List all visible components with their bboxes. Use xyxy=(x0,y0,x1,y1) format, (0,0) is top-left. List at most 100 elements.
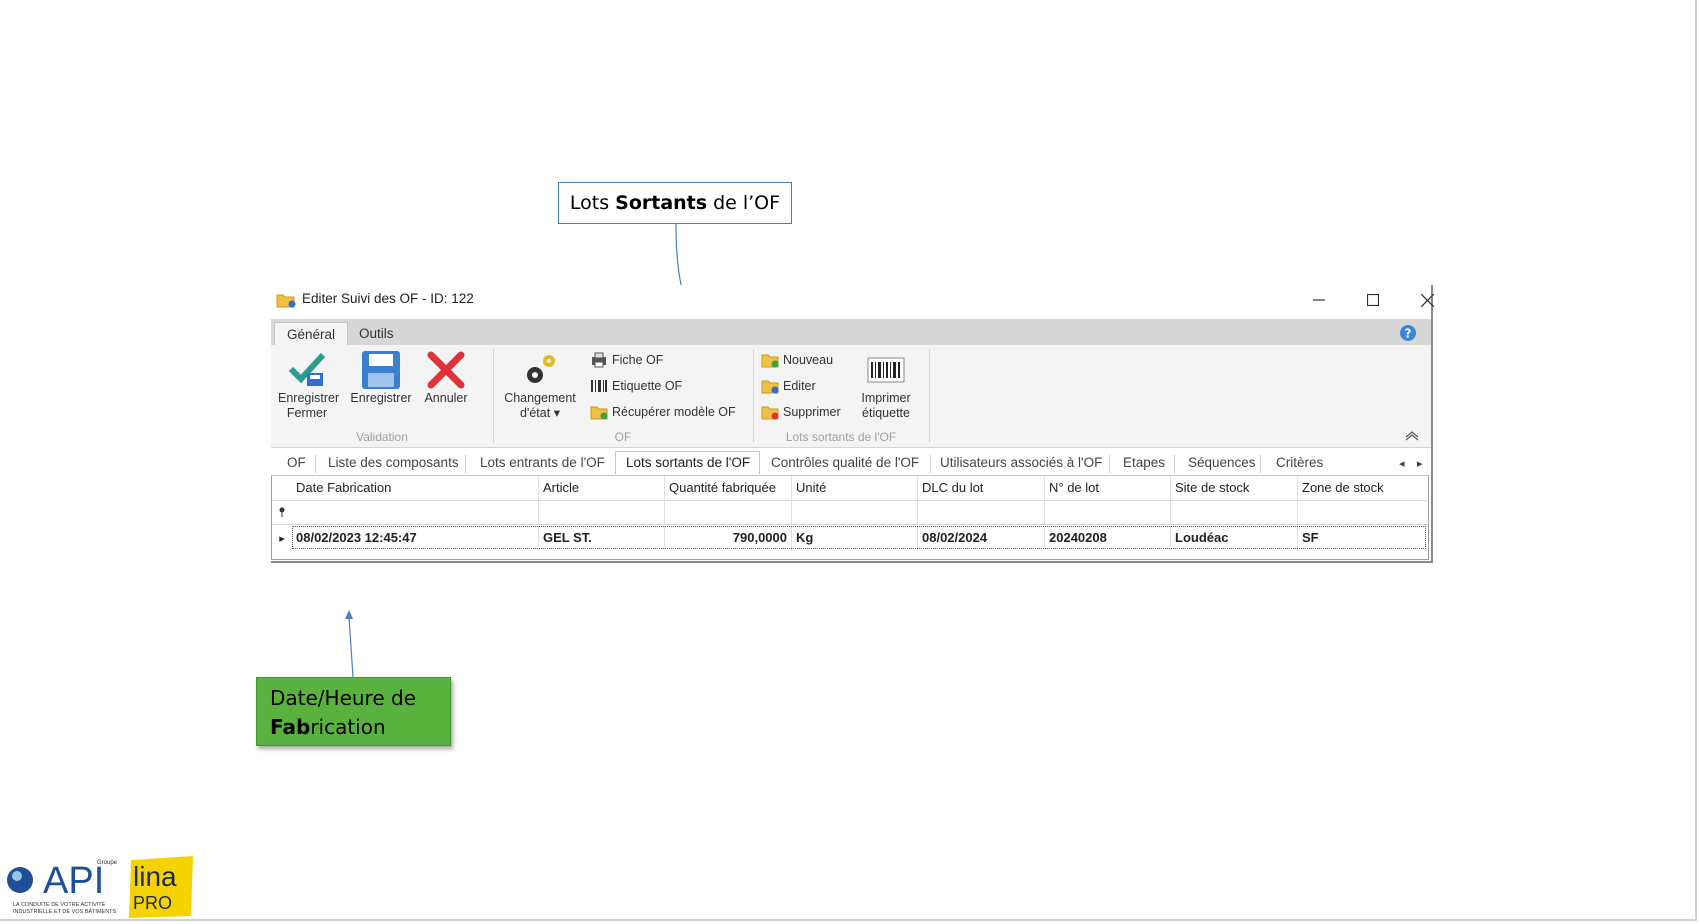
tab-utilisateurs[interactable]: Utilisateurs associés à l'OF xyxy=(940,455,1102,470)
editer-button[interactable]: Editer xyxy=(761,375,816,397)
folder-add-icon xyxy=(761,354,779,368)
imprimer-etiquette-button[interactable]: Imprimer étiquette xyxy=(855,349,917,421)
minimize-icon xyxy=(1313,299,1325,301)
nouveau-label: Nouveau xyxy=(783,353,834,367)
svg-text:?: ? xyxy=(1405,327,1412,341)
tab-separator xyxy=(315,455,316,473)
api-text: API xyxy=(43,860,104,902)
scroll-left-icon[interactable]: ◂ xyxy=(1399,457,1405,470)
group-label-validation: Validation xyxy=(356,430,408,444)
grid-header-row: Date Fabrication Article Quantité fabriq… xyxy=(272,476,1428,501)
group-label-of: OF xyxy=(614,430,632,444)
window-title: Editer Suivi des OF - ID: 122 xyxy=(302,291,474,306)
row-focus-outline xyxy=(292,526,1426,549)
data-grid: Date Fabrication Article Quantité fabriq… xyxy=(271,475,1429,560)
supprimer-button[interactable]: Supprimer xyxy=(761,401,841,423)
imprimer-label-1: Imprimer xyxy=(861,391,911,405)
folder-edit-icon xyxy=(761,380,779,394)
close-icon xyxy=(1420,293,1434,307)
filter-date-fabrication[interactable] xyxy=(292,500,538,524)
save-close-icon xyxy=(288,352,326,386)
change-state-label-2: d'état xyxy=(520,406,551,420)
cancel-label: Annuler xyxy=(424,391,468,405)
barcode-icon xyxy=(867,357,905,383)
group-separator xyxy=(493,349,494,443)
ribbon: Enregistrer Fermer Enregistrer Annuler V… xyxy=(271,345,1431,448)
save-close-button[interactable]: Enregistrer Fermer xyxy=(278,349,340,421)
fiche-of-button[interactable]: Fiche OF xyxy=(590,349,663,371)
tab-lots-sortants[interactable]: Lots sortants de l'OF xyxy=(615,451,761,474)
etiquette-of-button[interactable]: Etiquette OF xyxy=(590,375,682,397)
maximize-button[interactable] xyxy=(1351,285,1395,315)
scroll-right-icon[interactable]: ▸ xyxy=(1417,457,1423,470)
ribbon-tab-general[interactable]: Général xyxy=(274,322,349,346)
filter-site-stock[interactable] xyxy=(1170,500,1297,524)
supprimer-label: Supprimer xyxy=(783,405,841,419)
tab-separator xyxy=(465,455,466,473)
group-label-lots-sortants: Lots sortants de l'OF xyxy=(785,430,897,444)
callout-line1: Date/Heure de xyxy=(270,686,417,710)
group-separator xyxy=(753,349,754,443)
lina-text: lina xyxy=(133,861,177,892)
recuperer-modele-button[interactable]: Récupérer modèle OF xyxy=(590,401,736,423)
filter-dlc[interactable] xyxy=(917,500,1044,524)
tab-separator xyxy=(1174,455,1175,473)
recuperer-modele-label: Récupérer modèle OF xyxy=(612,405,736,419)
fiche-of-label: Fiche OF xyxy=(612,353,664,367)
tab-etapes[interactable]: Etapes xyxy=(1123,455,1165,470)
save-close-label-2: Fermer xyxy=(286,406,328,420)
filter-unite[interactable] xyxy=(791,500,917,524)
folder-import-icon xyxy=(590,406,608,420)
column-header-unite[interactable]: Unité xyxy=(791,476,917,500)
column-header-article[interactable]: Article xyxy=(538,476,664,500)
save-close-label-1: Enregistrer xyxy=(278,391,340,405)
tab-controles-qualite[interactable]: Contrôles qualité de l'OF xyxy=(771,455,919,470)
change-state-label-1: Changement xyxy=(504,391,576,405)
api-tagline-2: INDUSTRIELLE ET DE VOS BÂTIMENTS xyxy=(13,908,117,915)
callout-date-fabrication: Date/Heure de Fabrication xyxy=(256,677,451,746)
folder-delete-icon xyxy=(761,406,779,420)
imprimer-label-2: étiquette xyxy=(862,406,910,420)
collapse-ribbon-icon[interactable] xyxy=(1405,431,1419,441)
arrow-to-date xyxy=(348,616,354,678)
title-bar: Editer Suivi des OF - ID: 122 xyxy=(271,285,1434,315)
api-logo: Groupe API LA CONDUITE DE VOTRE ACTIVITÉ… xyxy=(7,860,118,915)
tab-separator xyxy=(1260,455,1261,473)
save-button[interactable]: Enregistrer xyxy=(349,349,413,406)
help-icon[interactable]: ? xyxy=(1399,324,1417,342)
maximize-icon xyxy=(1367,294,1379,306)
column-header-site-stock[interactable]: Site de stock xyxy=(1170,476,1297,500)
nouveau-button[interactable]: Nouveau xyxy=(761,349,833,371)
tab-lots-entrants[interactable]: Lots entrants de l'OF xyxy=(480,455,605,470)
app-window: Editer Suivi des OF - ID: 122 Général Ou… xyxy=(271,285,1434,563)
folder-icon xyxy=(276,294,296,308)
column-header-date-fabrication[interactable]: Date Fabrication xyxy=(292,476,538,500)
cancel-icon xyxy=(427,351,465,389)
tab-separator xyxy=(1109,455,1110,473)
filter-numero-lot[interactable] xyxy=(1044,500,1170,524)
cancel-button[interactable]: Annuler xyxy=(421,349,471,406)
grid-filter-row xyxy=(272,500,1428,525)
column-header-zone-stock[interactable]: Zone de stock xyxy=(1297,476,1428,500)
column-header-numero-lot[interactable]: N° de lot xyxy=(1044,476,1170,500)
column-header-quantite[interactable]: Quantité fabriquée xyxy=(664,476,791,500)
tab-separator xyxy=(930,455,931,473)
tab-liste-composants[interactable]: Liste des composants xyxy=(328,455,459,470)
minimize-button[interactable] xyxy=(1297,285,1341,315)
callout-line2: Fabrication xyxy=(270,713,450,742)
group-separator xyxy=(929,349,930,443)
filter-zone-stock[interactable] xyxy=(1297,500,1428,524)
ribbon-tab-outils[interactable]: Outils xyxy=(347,322,406,345)
barcode-icon xyxy=(591,380,607,392)
tab-sequences[interactable]: Séquences xyxy=(1188,455,1256,470)
close-button[interactable] xyxy=(1405,285,1449,315)
gears-icon xyxy=(527,355,555,383)
tab-of[interactable]: OF xyxy=(287,455,306,470)
filter-quantite[interactable] xyxy=(664,500,791,524)
change-state-button[interactable]: Changement d'état ▾ xyxy=(499,349,581,421)
lina-pro-logo: lina PRO xyxy=(129,856,193,918)
tab-criteres[interactable]: Critères xyxy=(1276,455,1323,470)
column-header-dlc[interactable]: DLC du lot xyxy=(917,476,1044,500)
etiquette-of-label: Etiquette OF xyxy=(612,379,683,393)
filter-article[interactable] xyxy=(538,500,664,524)
